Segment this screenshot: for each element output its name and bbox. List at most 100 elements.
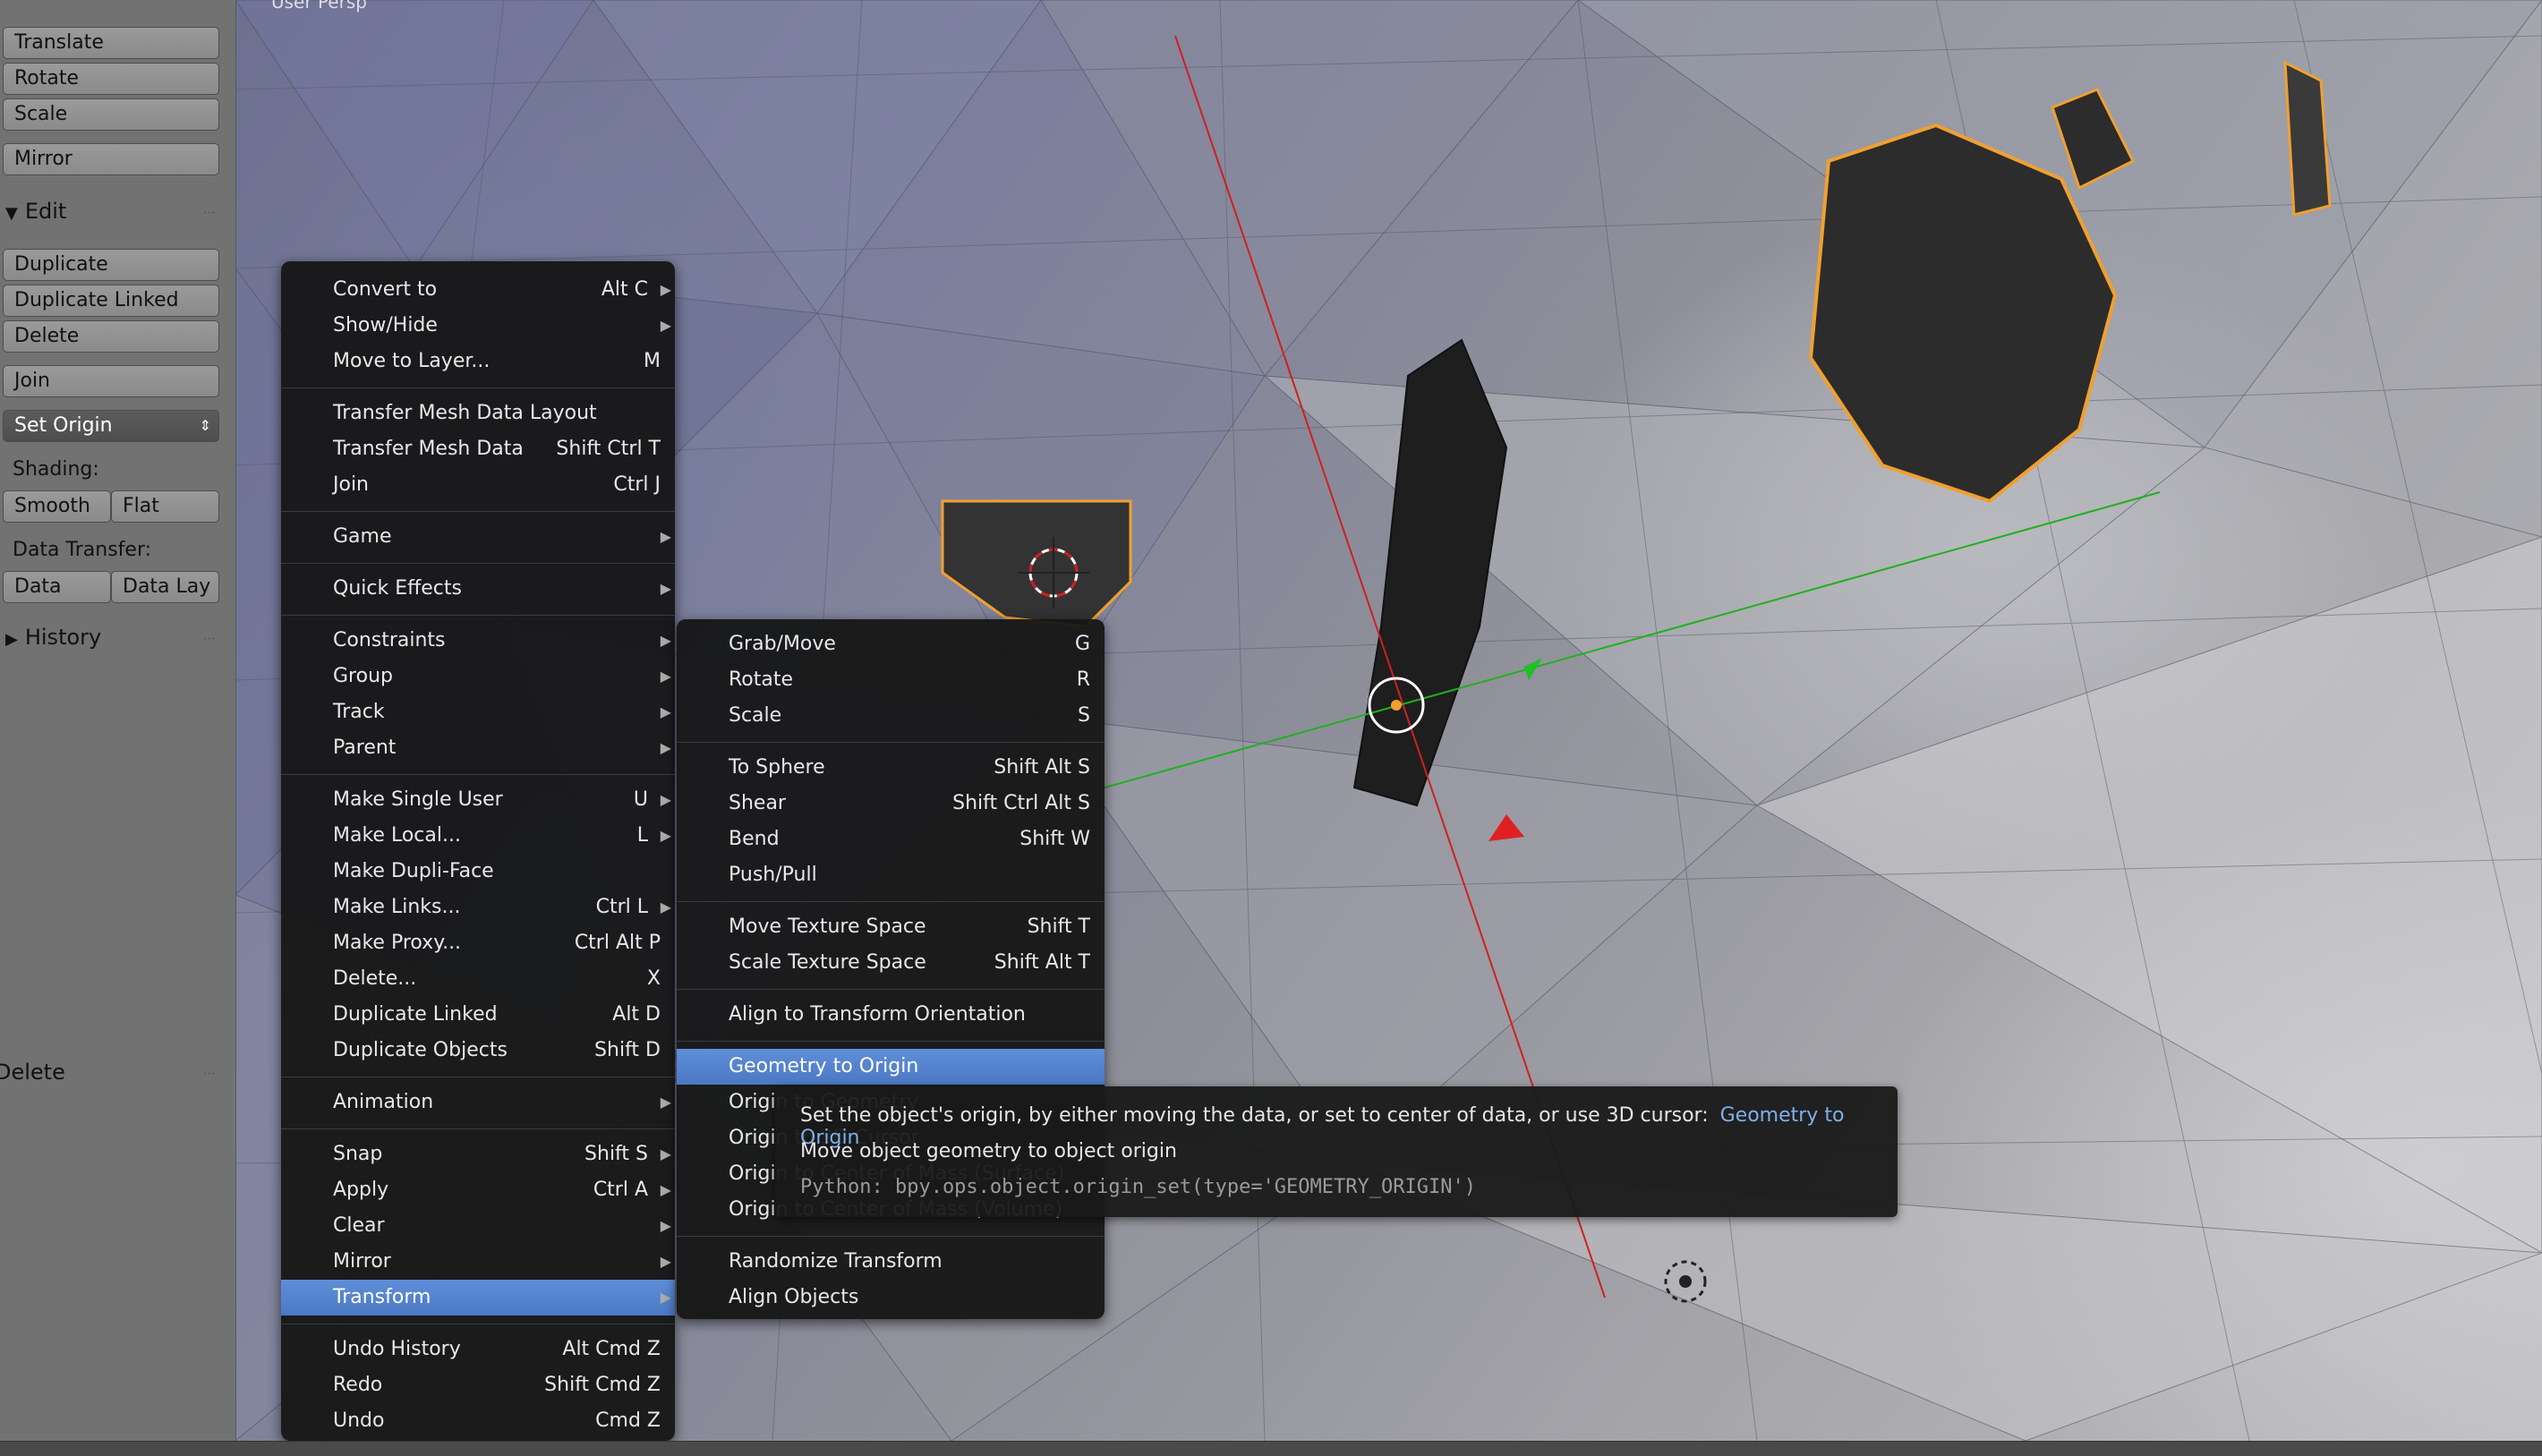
bottom-header-bar	[0, 1441, 2542, 1456]
menu-item-label: Redo	[333, 1374, 383, 1396]
menu-item-label: Apply	[333, 1179, 389, 1201]
menu-item-label: Undo	[333, 1409, 385, 1432]
translate-button[interactable]: Translate	[3, 27, 219, 59]
submenu-arrow-icon: ▶	[660, 1094, 671, 1111]
data-transfer-button[interactable]: Data	[3, 571, 111, 603]
duplicate-linked-button[interactable]: Duplicate Linked	[3, 285, 219, 317]
delete-button[interactable]: Delete	[3, 320, 219, 353]
menu-item-label: Transfer Mesh Data Layout	[333, 402, 597, 424]
menu-item-label: Duplicate Objects	[333, 1039, 508, 1061]
smooth-shading-button[interactable]: Smooth	[3, 490, 111, 523]
submenu-arrow-icon: ▶	[660, 827, 671, 844]
collapse-triangle-icon: ▼	[5, 204, 18, 223]
join-button[interactable]: Join	[3, 365, 219, 397]
edit-panel-header[interactable]: ▼ Edit	[5, 199, 66, 224]
set-origin-dropdown[interactable]: Set Origin ⇕	[3, 410, 219, 442]
mirror-button[interactable]: Mirror	[3, 143, 219, 175]
menu-item-label: Undo History	[333, 1338, 461, 1360]
menu-item-quick-effects[interactable]: Quick Effects ▶	[281, 571, 675, 607]
menu-item-shortcut: S	[1078, 704, 1090, 727]
expand-triangle-icon: ▶	[5, 630, 18, 649]
menu-item-constraints[interactable]: Constraints ▶	[281, 623, 675, 659]
menu-item-label: Make Links...	[333, 896, 461, 918]
menu-item-shortcut: Shift S	[584, 1143, 648, 1165]
menu-item-clear[interactable]: Clear ▶	[281, 1208, 675, 1244]
menu-item-make-local[interactable]: Make Local... L ▶	[281, 818, 675, 854]
menu-item-show-hide[interactable]: Show/Hide ▶	[281, 308, 675, 344]
menu-item-shortcut: Ctrl Alt P	[574, 932, 661, 954]
menu-item-join[interactable]: Join Ctrl J	[281, 467, 675, 503]
menu-item-make-links[interactable]: Make Links... Ctrl L ▶	[281, 890, 675, 925]
submenu-arrow-icon: ▶	[660, 703, 671, 720]
menu-item-animation[interactable]: Animation ▶	[281, 1085, 675, 1120]
menu-item-transfer-mesh-data[interactable]: Transfer Mesh Data Shift Ctrl T	[281, 431, 675, 467]
menu-item-redo[interactable]: Redo Shift Cmd Z	[281, 1367, 675, 1403]
menu-item-shortcut: Shift D	[594, 1039, 661, 1061]
delete-operator-panel[interactable]: Delete	[0, 1060, 65, 1085]
data-transfer-layout-button[interactable]: Data Lay	[111, 571, 219, 603]
menu-item-to-sphere[interactable]: To Sphere Shift Alt S	[677, 750, 1105, 786]
menu-item-transfer-mesh-data-layout[interactable]: Transfer Mesh Data Layout	[281, 396, 675, 431]
panel-grip-icon[interactable]: ⋯	[203, 632, 216, 646]
submenu-arrow-icon: ▶	[660, 528, 671, 545]
menu-item-label: Game	[333, 525, 392, 548]
tooltip-detail: Move object geometry to object origin	[800, 1140, 1177, 1162]
menu-item-make-single-user[interactable]: Make Single User U ▶	[281, 782, 675, 818]
menu-item-scale[interactable]: Scale S	[677, 698, 1105, 734]
menu-item-game[interactable]: Game ▶	[281, 519, 675, 555]
menu-item-label: Animation	[333, 1091, 434, 1113]
object-menu: Convert to Alt C ▶ Show/Hide ▶ Move to Layer.…	[281, 261, 675, 1441]
menu-separator	[281, 615, 675, 616]
scale-button[interactable]: Scale	[3, 98, 219, 131]
menu-item-snap[interactable]: Snap Shift S ▶	[281, 1137, 675, 1172]
menu-item-scale-texture-space[interactable]: Scale Texture Space Shift Alt T	[677, 945, 1105, 981]
menu-item-label: Delete...	[333, 967, 417, 990]
tooltip-python: Python: bpy.ops.object.origin_set(type='…	[800, 1176, 1476, 1198]
rotate-button[interactable]: Rotate	[3, 63, 219, 95]
menu-item-rotate[interactable]: Rotate R	[677, 662, 1105, 698]
menu-item-delete[interactable]: Delete... X	[281, 961, 675, 997]
menu-item-convert-to[interactable]: Convert to Alt C ▶	[281, 272, 675, 308]
menu-item-shortcut: Shift Alt T	[994, 951, 1090, 974]
duplicate-button[interactable]: Duplicate	[3, 249, 219, 281]
menu-item-make-proxy[interactable]: Make Proxy... Ctrl Alt P	[281, 925, 675, 961]
menu-item-label: Parent	[333, 737, 397, 759]
menu-item-move-to-layer[interactable]: Move to Layer... M	[281, 344, 675, 379]
submenu-arrow-icon: ▶	[660, 1217, 671, 1234]
history-panel-header[interactable]: ▶ History	[5, 625, 101, 650]
menu-item-align-objects[interactable]: Align Objects	[677, 1280, 1105, 1316]
menu-item-geometry-to-origin[interactable]: Geometry to Origin	[677, 1049, 1105, 1085]
menu-item-align-to-transform-orientation[interactable]: Align to Transform Orientation	[677, 997, 1105, 1033]
menu-item-shortcut: Ctrl A	[593, 1179, 648, 1201]
menu-item-apply[interactable]: Apply Ctrl A ▶	[281, 1172, 675, 1208]
menu-item-make-dupli-face[interactable]: Make Dupli-Face	[281, 854, 675, 890]
menu-item-label: Make Single User	[333, 788, 503, 811]
menu-item-move-texture-space[interactable]: Move Texture Space Shift T	[677, 909, 1105, 945]
menu-item-shear[interactable]: Shear Shift Ctrl Alt S	[677, 786, 1105, 822]
menu-item-transform[interactable]: Transform ▶	[281, 1280, 675, 1316]
submenu-arrow-icon: ▶	[660, 1253, 671, 1270]
menu-item-label: Grab/Move	[729, 633, 836, 655]
menu-item-label: Geometry to Origin	[729, 1055, 919, 1077]
menu-item-shortcut: Shift T	[1027, 915, 1090, 938]
menu-item-duplicate-linked[interactable]: Duplicate Linked Alt D	[281, 997, 675, 1033]
menu-item-label: Align Objects	[729, 1286, 859, 1308]
menu-item-group[interactable]: Group ▶	[281, 659, 675, 694]
panel-grip-icon[interactable]: ⋯	[203, 206, 216, 220]
menu-item-duplicate-objects[interactable]: Duplicate Objects Shift D	[281, 1033, 675, 1069]
menu-item-push-pull[interactable]: Push/Pull	[677, 857, 1105, 893]
menu-item-shortcut: G	[1074, 633, 1090, 655]
menu-item-shortcut: M	[644, 350, 661, 372]
menu-item-undo[interactable]: Undo Cmd Z	[281, 1403, 675, 1439]
menu-item-grab-move[interactable]: Grab/Move G	[677, 626, 1105, 662]
menu-item-undo-history[interactable]: Undo History Alt Cmd Z	[281, 1332, 675, 1367]
panel-grip-icon[interactable]: ⋯	[203, 1067, 216, 1081]
menu-item-parent[interactable]: Parent ▶	[281, 730, 675, 766]
menu-item-randomize-transform[interactable]: Randomize Transform	[677, 1244, 1105, 1280]
menu-item-mirror[interactable]: Mirror ▶	[281, 1244, 675, 1280]
menu-item-label: Join	[333, 473, 370, 496]
menu-item-track[interactable]: Track ▶	[281, 694, 675, 730]
menu-item-label: Make Proxy...	[333, 932, 462, 954]
flat-shading-button[interactable]: Flat	[111, 490, 219, 523]
menu-item-bend[interactable]: Bend Shift W	[677, 822, 1105, 857]
